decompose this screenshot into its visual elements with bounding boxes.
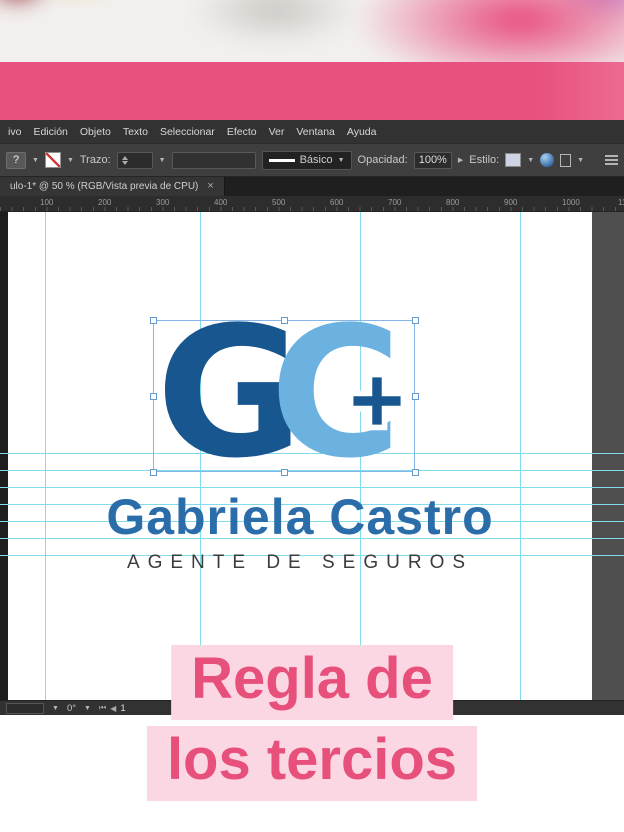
control-bar: ? ▼ ▼ Trazo: ▼ Básico ▼ Opacidad: 100% ▶… [0, 143, 624, 177]
ruler-tick: 500 [272, 198, 286, 207]
illustrator-window: ivo Edición Objeto Texto Seleccionar Efe… [0, 120, 624, 715]
menu-objeto[interactable]: Objeto [74, 126, 117, 138]
first-artboard-icon[interactable]: ⏮ [99, 703, 106, 713]
brush-name: Básico [299, 154, 333, 166]
selection-handle[interactable] [150, 317, 157, 324]
ruler-tick: 300 [156, 198, 170, 207]
rotation-value: 0° [66, 702, 77, 714]
fill-none-swatch[interactable] [44, 152, 61, 168]
zoom-field[interactable] [6, 702, 44, 714]
brand-name-text[interactable]: Gabriela Castro [8, 488, 592, 546]
menu-ver[interactable]: Ver [263, 126, 291, 138]
close-icon[interactable]: × [207, 181, 213, 192]
graphic-style-swatch[interactable] [505, 153, 522, 167]
panel-menu-icon[interactable] [605, 155, 618, 165]
selection-handle[interactable] [150, 393, 157, 400]
ruler-tick: 600 [330, 198, 344, 207]
selection-handle[interactable] [412, 469, 419, 476]
canvas-area[interactable]: GC Gabriela Castro AGENTE DE SEGUROS [0, 212, 624, 700]
stroke-preview-line [268, 158, 295, 162]
ruler-tick: 200 [98, 198, 112, 207]
menu-ventana[interactable]: Ventana [290, 126, 341, 138]
globe-icon[interactable] [540, 153, 555, 167]
menu-bar: ivo Edición Objeto Texto Seleccionar Efe… [0, 120, 624, 143]
chevron-down-icon[interactable]: ▼ [52, 705, 59, 712]
pink-band [0, 62, 624, 120]
stroke-weight-stepper[interactable] [116, 151, 153, 169]
chevron-down-icon[interactable]: ▼ [159, 157, 166, 164]
selection-handle[interactable] [150, 469, 157, 476]
horizontal-ruler: 100 200 300 400 500 600 700 800 900 1000… [0, 196, 624, 212]
caption-line-1: Regla de [171, 645, 453, 720]
document-tab-title: ulo-1* @ 50 % (RGB/Vista previa de CPU) [10, 181, 199, 192]
selection-handle[interactable] [412, 393, 419, 400]
chevron-down-icon[interactable]: ▼ [67, 157, 74, 164]
chevron-down-icon[interactable]: ▼ [32, 157, 39, 164]
stroke-label: Trazo: [79, 154, 111, 166]
menu-ayuda[interactable]: Ayuda [341, 126, 383, 138]
tools-panel-edge [0, 212, 8, 700]
chevron-down-icon: ▼ [337, 156, 345, 164]
menu-efecto[interactable]: Efecto [221, 126, 263, 138]
previous-artboard-icon[interactable]: ◀ [110, 704, 116, 713]
artboard-number: 1 [120, 702, 126, 714]
ruler-tick: 900 [504, 198, 518, 207]
opacity-value-field[interactable]: 100% [413, 151, 452, 169]
ruler-tick: 100 [40, 198, 54, 207]
ruler-tick: 1000 [562, 198, 580, 207]
selection-bounding-box[interactable] [153, 320, 415, 472]
menu-seleccionar[interactable]: Seleccionar [154, 126, 221, 138]
brush-definition-dropdown[interactable]: Básico ▼ [261, 150, 352, 170]
vertical-guide[interactable] [45, 212, 46, 700]
ruler-tick: 1100 [618, 198, 624, 207]
variable-width-dropdown[interactable] [171, 151, 256, 169]
menu-edicion[interactable]: Edición [27, 126, 73, 138]
caption-line-2: los tercios [146, 726, 478, 801]
ruler-tick: 800 [446, 198, 460, 207]
vertical-guide[interactable] [520, 212, 521, 700]
blurred-blobs [0, 0, 624, 62]
selection-handle[interactable] [412, 317, 419, 324]
menu-archivo[interactable]: ivo [2, 126, 27, 138]
selection-handle[interactable] [281, 317, 288, 324]
ruler-tick: 400 [214, 198, 228, 207]
chevron-right-icon[interactable]: ▶ [458, 157, 463, 164]
document-tab-bar: ulo-1* @ 50 % (RGB/Vista previa de CPU) … [0, 177, 624, 196]
document-tab[interactable]: ulo-1* @ 50 % (RGB/Vista previa de CPU) … [0, 177, 225, 196]
opacity-label: Opacidad: [357, 154, 408, 166]
chevron-down-icon[interactable]: ▼ [84, 705, 91, 712]
fill-help-button[interactable]: ? [6, 151, 26, 169]
chevron-down-icon[interactable]: ▼ [577, 157, 584, 164]
menu-texto[interactable]: Texto [117, 126, 154, 138]
chevron-down-icon[interactable]: ▼ [527, 157, 534, 164]
selection-handle[interactable] [281, 469, 288, 476]
ruler-tick: 700 [388, 198, 402, 207]
style-label: Estilo: [469, 154, 500, 166]
brand-tagline-text[interactable]: AGENTE DE SEGUROS [8, 552, 592, 574]
video-frame: ivo Edición Objeto Texto Seleccionar Efe… [0, 0, 624, 832]
blurred-header-image [0, 0, 624, 62]
document-setup-icon[interactable] [560, 153, 572, 167]
